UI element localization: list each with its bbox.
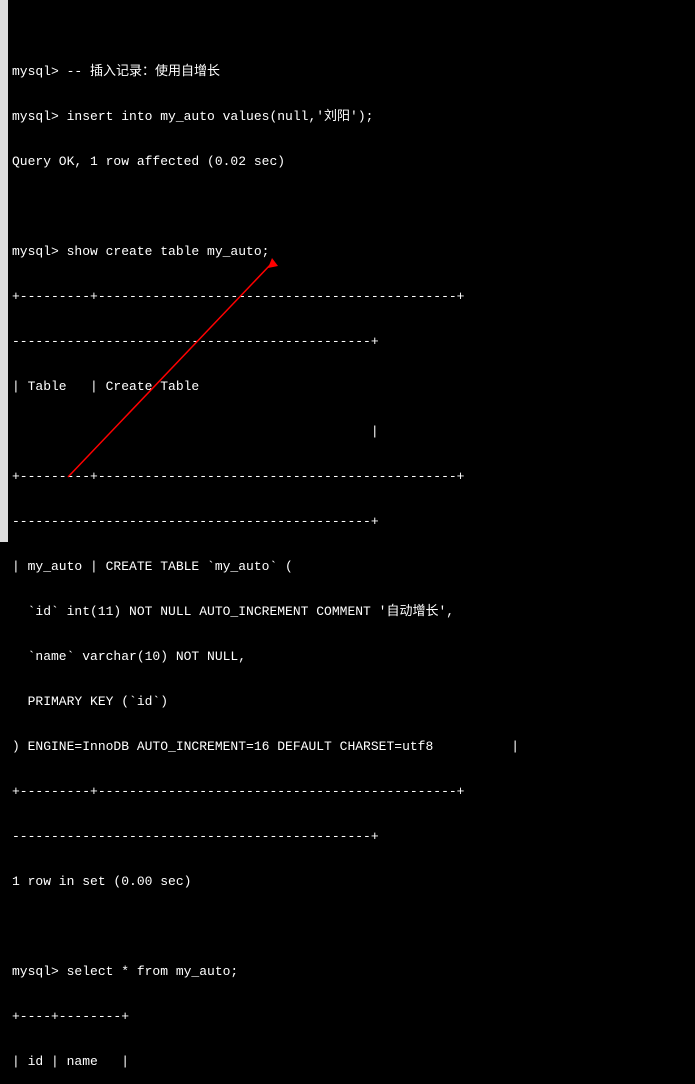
terminal-line: | my_auto | CREATE TABLE `my_auto` ( <box>12 559 695 574</box>
terminal-line: mysql> show create table my_auto; <box>12 244 695 259</box>
terminal-line: +----+--------+ <box>12 1009 695 1024</box>
terminal-line <box>12 199 695 214</box>
terminal-line: | Table | Create Table <box>12 379 695 394</box>
terminal-line: mysql> -- 插入记录：使用自增长 <box>12 64 695 79</box>
terminal-line: Query OK, 1 row affected (0.02 sec) <box>12 154 695 169</box>
terminal-line: +---------+-----------------------------… <box>12 469 695 484</box>
terminal-line: 1 row in set (0.00 sec) <box>12 874 695 889</box>
terminal-line: ----------------------------------------… <box>12 514 695 529</box>
terminal-line: `name` varchar(10) NOT NULL, <box>12 649 695 664</box>
terminal-line: | id | name | <box>12 1054 695 1069</box>
terminal-line: | <box>12 424 695 439</box>
terminal-line: ----------------------------------------… <box>12 334 695 349</box>
terminal-line: mysql> insert into my_auto values(null,'… <box>12 109 695 124</box>
terminal-line: `id` int(11) NOT NULL AUTO_INCREMENT COM… <box>12 604 695 619</box>
terminal-line: PRIMARY KEY (`id`) <box>12 694 695 709</box>
terminal-line: ) ENGINE=InnoDB AUTO_INCREMENT=16 DEFAUL… <box>12 739 695 754</box>
terminal-line: mysql> select * from my_auto; <box>12 964 695 979</box>
terminal-line: +---------+-----------------------------… <box>12 784 695 799</box>
terminal-output: mysql> -- 插入记录：使用自增长 mysql> insert into … <box>0 0 695 1084</box>
terminal-line: +---------+-----------------------------… <box>12 289 695 304</box>
terminal-line: ----------------------------------------… <box>12 829 695 844</box>
terminal-line <box>12 919 695 934</box>
